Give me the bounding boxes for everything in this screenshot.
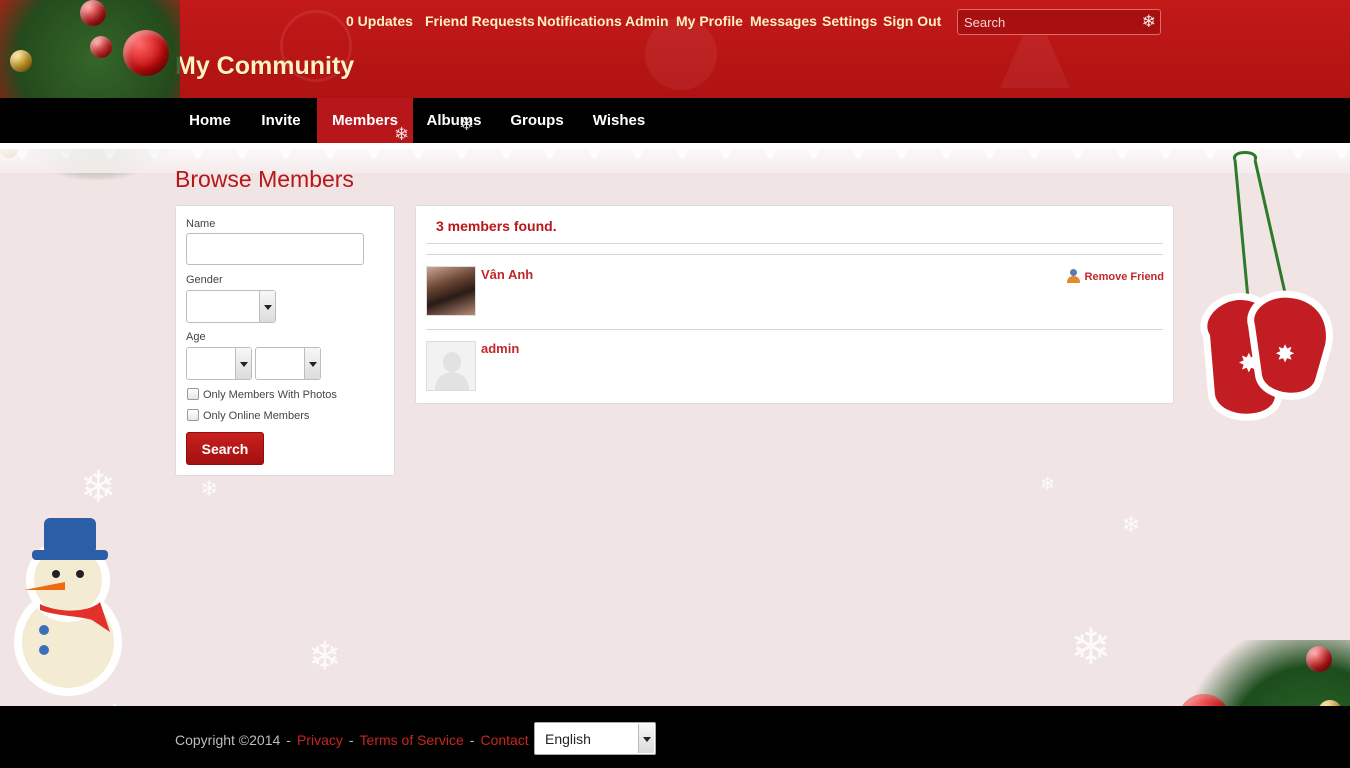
chevron-down-icon	[235, 348, 251, 379]
footer-link-terms[interactable]: Terms of Service	[360, 732, 464, 748]
default-avatar-icon	[443, 352, 461, 372]
age-to-select[interactable]	[255, 347, 321, 380]
snowflake-search-icon[interactable]: ❄	[1142, 12, 1156, 32]
copyright-text: Copyright ©2014	[175, 732, 281, 748]
main-nav: Home Invite Members Albums Groups Wishes	[0, 98, 1350, 143]
chevron-down-icon	[638, 724, 654, 753]
footer-link-contact[interactable]: Contact	[480, 732, 528, 748]
top-nav-updates[interactable]: 0 Updates	[346, 13, 413, 29]
gender-label: Gender	[186, 274, 223, 286]
nav-members[interactable]: Members	[317, 98, 413, 143]
header-search: ❄	[957, 9, 1161, 35]
language-select[interactable]: English	[534, 722, 656, 755]
member-name-link[interactable]: Vân Anh	[481, 267, 533, 282]
snowman-decoration	[14, 518, 122, 696]
snowflake-icon: ❄	[200, 476, 219, 501]
nav-wishes[interactable]: Wishes	[579, 98, 659, 143]
member-name-link[interactable]: admin	[481, 341, 519, 356]
top-nav-friend-requests[interactable]: Friend Requests	[425, 13, 535, 29]
age-from-select[interactable]	[186, 347, 252, 380]
ornament-ball-icon	[123, 30, 169, 76]
age-label: Age	[186, 331, 206, 343]
top-nav-sign-out[interactable]: Sign Out	[883, 13, 941, 29]
gender-select[interactable]	[186, 290, 276, 323]
snowflake-icon: ❄	[1122, 512, 1141, 537]
site-header: My Community 0 Updates Friend Requests N…	[0, 0, 1350, 98]
chevron-down-icon	[304, 348, 320, 379]
nav-invite[interactable]: Invite	[245, 98, 317, 143]
page-title: Browse Members	[175, 166, 354, 192]
remove-friend-button[interactable]: Remove Friend	[1066, 269, 1164, 283]
mittens-decoration: ✸ ✸	[1200, 151, 1333, 421]
name-label: Name	[186, 218, 216, 230]
top-nav-admin[interactable]: Admin	[625, 13, 669, 29]
site-footer: Copyright ©2014- Privacy - Terms of Service…	[0, 706, 1350, 768]
checkbox-icon[interactable]	[187, 388, 199, 400]
ornament-ball-icon	[80, 0, 106, 26]
search-button[interactable]: Search	[186, 432, 264, 465]
avatar[interactable]	[426, 266, 476, 316]
divider	[426, 254, 1163, 255]
nav-groups[interactable]: Groups	[495, 98, 579, 143]
ornament-ball-icon	[90, 36, 112, 58]
snowflake-icon: ❄	[1070, 619, 1112, 675]
top-nav-messages[interactable]: Messages	[750, 13, 817, 29]
ornament-ball-icon	[10, 50, 32, 72]
icicles-edge	[0, 143, 1350, 149]
footer-links: Copyright ©2014- Privacy - Terms of Service…	[175, 732, 539, 748]
avatar[interactable]	[426, 341, 476, 391]
top-nav-settings[interactable]: Settings	[822, 13, 877, 29]
search-input[interactable]	[958, 10, 1128, 34]
name-field[interactable]	[186, 233, 364, 265]
nav-albums[interactable]: Albums	[413, 98, 495, 143]
chevron-down-icon	[259, 291, 275, 322]
snowflake-icon: ❄	[308, 635, 342, 679]
ornament-ball-icon	[1306, 646, 1332, 672]
snowflake-icon: ❄	[80, 463, 117, 512]
member-results: 3 members found. Vân Anh Remove Friend a…	[415, 205, 1174, 404]
snowflake-icon: ❄	[1040, 474, 1056, 494]
top-nav-my-profile[interactable]: My Profile	[676, 13, 743, 29]
nav-home[interactable]: Home	[175, 98, 245, 143]
only-online-checkbox[interactable]: Only Online Members	[187, 409, 309, 423]
site-title[interactable]: My Community	[175, 52, 354, 81]
member-search-filters: Name Gender Age Only Members With Photos…	[175, 205, 395, 476]
results-count: 3 members found.	[436, 218, 557, 234]
divider	[426, 243, 1163, 244]
remove-friend-icon	[1066, 269, 1081, 283]
svg-text:✸: ✸	[1238, 349, 1260, 379]
divider	[426, 329, 1163, 330]
only-photos-checkbox[interactable]: Only Members With Photos	[187, 388, 337, 402]
svg-text:✸: ✸	[1275, 340, 1295, 368]
footer-link-privacy[interactable]: Privacy	[297, 732, 343, 748]
top-nav-notifications[interactable]: Notifications	[537, 13, 622, 29]
checkbox-icon[interactable]	[187, 409, 199, 421]
